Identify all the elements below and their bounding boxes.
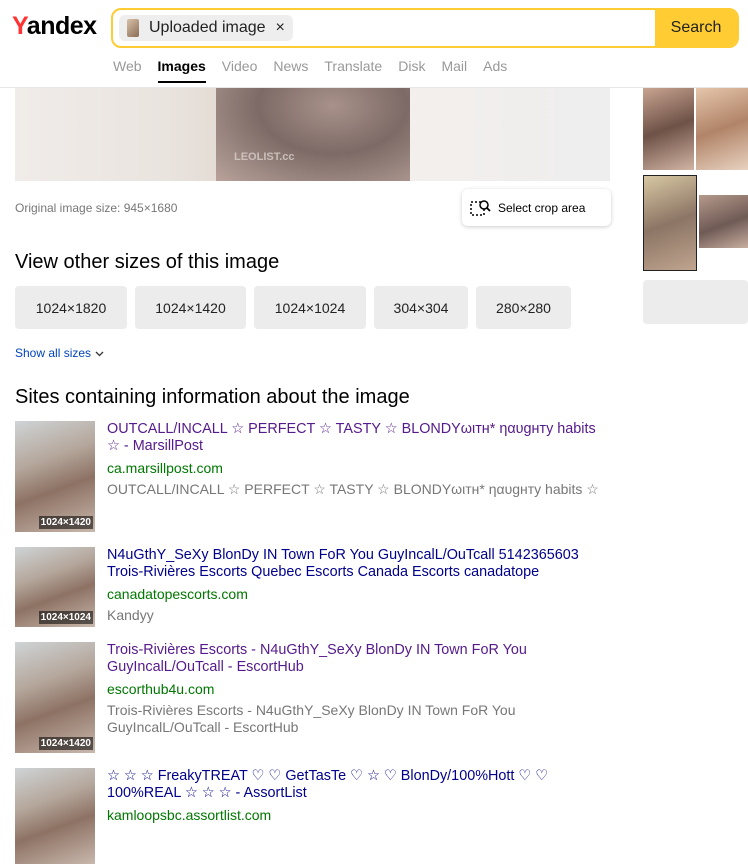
- result-domain[interactable]: kamloopsbc.assortlist.com: [107, 807, 607, 823]
- size-button[interactable]: 1024×1820: [15, 286, 127, 329]
- yandex-logo[interactable]: Yandex: [12, 12, 97, 41]
- tab-mail[interactable]: Mail: [441, 58, 467, 83]
- result-title-link[interactable]: Trois-Rivières Escorts - N4uGthY_SeXy Bl…: [107, 642, 607, 676]
- crop-label: Select crop area: [498, 200, 586, 215]
- similar-image[interactable]: [643, 175, 697, 271]
- header: Yandex Uploaded image × Search Web Image…: [0, 0, 748, 88]
- similar-image[interactable]: [643, 87, 694, 170]
- select-crop-area-button[interactable]: Select crop area: [462, 189, 611, 226]
- logo-letter-y: Y: [12, 12, 27, 40]
- result-thumbnail[interactable]: 1024×1024: [15, 547, 95, 627]
- result-domain[interactable]: canadatopescorts.com: [107, 586, 607, 602]
- sites-heading: Sites containing information about the i…: [15, 386, 410, 408]
- thumbnail-size-badge: 1024×1024: [38, 611, 93, 624]
- result-domain[interactable]: ca.marsillpost.com: [107, 460, 607, 476]
- uploaded-image-chip[interactable]: Uploaded image ×: [119, 15, 293, 41]
- tab-news[interactable]: News: [273, 58, 308, 83]
- size-button[interactable]: 280×280: [476, 286, 571, 329]
- result-thumbnail[interactable]: 1024×1420: [15, 642, 95, 753]
- size-button[interactable]: 1024×1024: [254, 286, 366, 329]
- close-icon[interactable]: ×: [276, 19, 285, 37]
- search-bar[interactable]: Uploaded image × Search: [111, 8, 739, 48]
- image-preview[interactable]: LEOLIST.cc: [15, 87, 610, 181]
- result-title-link[interactable]: N4uGthY_SeXy BlonDy IN Town FoR You GuyI…: [107, 547, 607, 581]
- similar-image[interactable]: [699, 195, 748, 248]
- more-similar-button[interactable]: [643, 280, 748, 324]
- result-domain[interactable]: escorthub4u.com: [107, 681, 607, 697]
- result-description: Trois-Rivières Escorts - N4uGthY_SeXy Bl…: [107, 702, 516, 735]
- result-description: OUTCALL/INCALL ☆ PERFECT ☆ TASTY ☆ BLOND…: [107, 481, 599, 497]
- result-thumbnail[interactable]: [15, 768, 95, 864]
- chevron-down-icon: [95, 346, 104, 360]
- result-title-link[interactable]: OUTCALL/INCALL ☆ PERFECT ☆ TASTY ☆ BLOND…: [107, 421, 607, 455]
- tab-video[interactable]: Video: [222, 58, 258, 83]
- result-title-link[interactable]: ☆ ☆ ☆ FreakyTREAT ♡ ♡ GetTasTe ♡ ☆ ♡ Blo…: [107, 768, 607, 802]
- tab-ads[interactable]: Ads: [483, 58, 507, 83]
- tab-translate[interactable]: Translate: [324, 58, 382, 83]
- result-thumbnail[interactable]: 1024×1420: [15, 421, 95, 532]
- chip-label: Uploaded image: [149, 19, 266, 36]
- tab-disk[interactable]: Disk: [398, 58, 425, 83]
- size-button[interactable]: 1024×1420: [135, 286, 246, 329]
- logo-letters: andex: [26, 12, 97, 40]
- size-button[interactable]: 304×304: [374, 286, 468, 329]
- tab-images[interactable]: Images: [157, 58, 206, 83]
- size-list: 1024×1820 1024×1420 1024×1024 304×304 28…: [15, 286, 579, 329]
- similar-image[interactable]: [696, 87, 748, 170]
- tab-web[interactable]: Web: [113, 58, 142, 83]
- original-image-size: Original image size: 945×1680: [15, 201, 178, 215]
- service-tabs: Web Images Video News Translate Disk Mai…: [113, 58, 523, 83]
- uploaded-image-thumbnail: [127, 19, 139, 37]
- result-description: Kandyy: [107, 607, 154, 623]
- show-all-label: Show all sizes: [15, 346, 92, 360]
- preview-watermark: LEOLIST.cc: [234, 151, 295, 163]
- search-button[interactable]: Search: [655, 10, 737, 46]
- show-all-sizes-link[interactable]: Show all sizes: [15, 346, 104, 360]
- crop-icon: [470, 199, 491, 216]
- thumbnail-size-badge: 1024×1420: [38, 737, 93, 750]
- other-sizes-heading: View other sizes of this image: [15, 251, 280, 273]
- thumbnail-size-badge: 1024×1420: [38, 516, 93, 529]
- preview-image: LEOLIST.cc: [216, 87, 410, 181]
